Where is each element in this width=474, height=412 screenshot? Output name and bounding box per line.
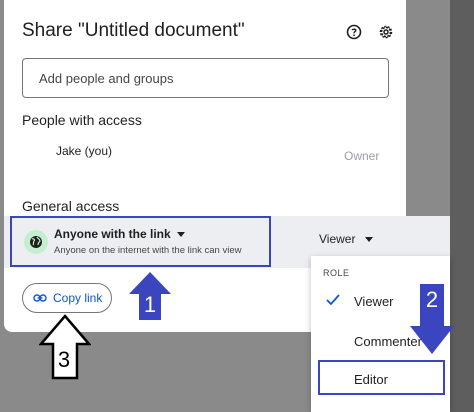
copy-link-button[interactable]: Copy link: [22, 283, 112, 313]
dialog-title: Share "Untitled document": [22, 20, 245, 41]
annotation-step-1: 1: [139, 290, 161, 320]
person-name: Jake (you): [56, 144, 113, 158]
link-icon: [33, 294, 47, 302]
role-option-label: Viewer: [354, 293, 394, 309]
annotation-highlight-access: [10, 216, 271, 267]
gear-icon: [379, 25, 393, 39]
general-role-label: Viewer: [319, 232, 356, 246]
help-button[interactable]: [343, 21, 365, 43]
help-circle-icon: [346, 24, 362, 40]
copy-link-label: Copy link: [53, 291, 103, 305]
annotation-step-3: 3: [57, 347, 71, 372]
annotation-step-2: 2: [421, 286, 443, 314]
annotation-highlight-editor: [318, 360, 445, 395]
add-people-placeholder: Add people and groups: [39, 70, 174, 86]
person-role: Owner: [344, 149, 380, 163]
settings-button[interactable]: [375, 21, 397, 43]
checkmark-icon: [326, 294, 340, 306]
general-role-dropdown[interactable]: Viewer: [319, 232, 374, 246]
caret-down-icon: [365, 236, 374, 242]
general-access-heading: General access: [22, 198, 120, 214]
role-menu-header: ROLE: [323, 268, 350, 278]
add-people-input[interactable]: Add people and groups: [22, 58, 389, 98]
people-with-access-heading: People with access: [22, 112, 142, 128]
